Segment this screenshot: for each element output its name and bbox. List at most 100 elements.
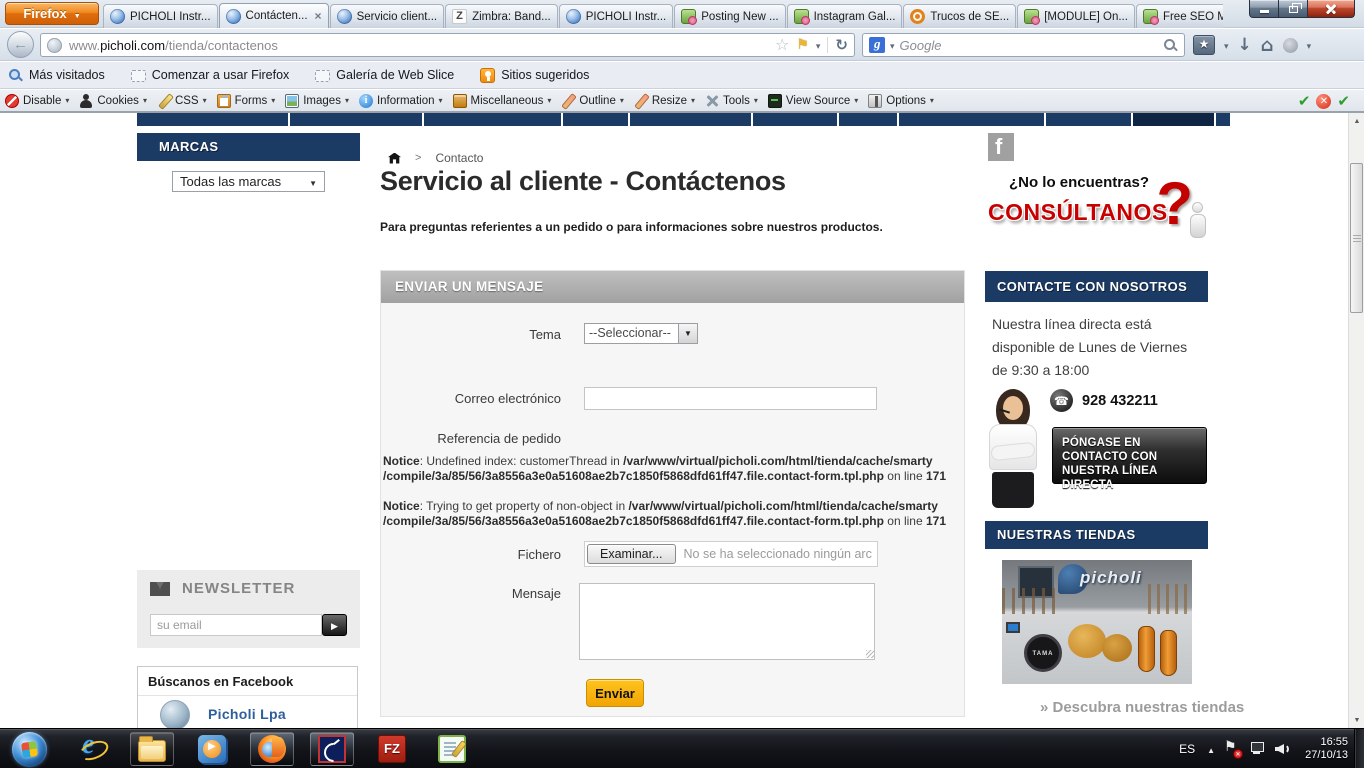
taskbar-internet-explorer[interactable]: [70, 729, 114, 766]
tema-select[interactable]: --Seleccionar--: [584, 323, 698, 344]
brands-select[interactable]: Todas las marcas: [172, 171, 325, 192]
devbar-item-images[interactable]: Images ▾: [285, 93, 349, 108]
devbar-item-miscellaneous[interactable]: Miscellaneous ▾: [452, 93, 551, 108]
bookmarks-menu-button[interactable]: [1193, 35, 1215, 55]
flag-icon[interactable]: [796, 36, 809, 54]
language-indicator[interactable]: ES: [1176, 740, 1198, 758]
newsletter-email-input[interactable]: [150, 614, 322, 636]
stores-photo[interactable]: picholi TAMA: [1002, 560, 1192, 684]
caret-down-icon[interactable]: [890, 36, 895, 54]
bookmark-star-icon[interactable]: [775, 35, 789, 55]
restore-button[interactable]: [1279, 0, 1307, 18]
bookmark-item[interactable]: Comenzar a usar Firefox: [130, 68, 289, 82]
back-button[interactable]: [7, 31, 34, 58]
downloads-icon[interactable]: [1238, 35, 1252, 55]
site-nav-item[interactable]: [290, 113, 422, 126]
scroll-down-button[interactable]: [1349, 712, 1364, 728]
browser-tab[interactable]: Instagram Gal...: [786, 4, 903, 28]
google-icon[interactable]: [869, 36, 885, 53]
taskbar-media-player[interactable]: [190, 732, 234, 766]
devbar-item-forms[interactable]: Forms ▾: [216, 93, 275, 108]
facebook-page-link[interactable]: Picholi Lpa: [208, 706, 286, 722]
file-input[interactable]: Examinar... No se ha seleccionado ningún…: [584, 541, 878, 567]
site-nav-item[interactable]: [424, 113, 561, 126]
browser-tab[interactable]: Zimbra: Band...: [445, 4, 558, 28]
action-center-flag-icon[interactable]: [1224, 738, 1243, 759]
submit-button[interactable]: Enviar: [586, 679, 644, 707]
site-nav-item[interactable]: [1133, 113, 1214, 126]
resize-grip[interactable]: [866, 650, 874, 658]
select-dropdown-button[interactable]: [678, 324, 697, 343]
email-input[interactable]: [584, 387, 877, 410]
discover-stores-link[interactable]: » Descubra nuestras tiendas: [1040, 699, 1244, 716]
close-button[interactable]: [1307, 0, 1355, 18]
firefox-menu-button[interactable]: Firefox: [5, 2, 99, 25]
search-bar[interactable]: [862, 33, 1185, 57]
caret-down-icon[interactable]: [1307, 36, 1312, 54]
show-desktop-button[interactable]: [1354, 729, 1364, 768]
devbar-item-information[interactable]: Information▾: [358, 93, 443, 108]
message-textarea[interactable]: [579, 583, 875, 660]
devbar-item-disable[interactable]: Disable ▾: [5, 93, 69, 108]
devbar-item-cookies[interactable]: Cookies ▾: [79, 93, 147, 108]
devbar-item-css[interactable]: CSS ▾: [157, 94, 207, 108]
facebook-share-icon[interactable]: [988, 133, 1014, 161]
site-nav-item[interactable]: [839, 113, 897, 126]
browser-tab[interactable]: [MODULE] On...: [1017, 4, 1135, 28]
site-nav-item[interactable]: [563, 113, 628, 126]
devbar-item-outline[interactable]: Outline ▾: [561, 94, 623, 108]
url-prefix: www.: [69, 37, 101, 53]
home-breadcrumb-icon[interactable]: [388, 152, 401, 164]
scrollbar[interactable]: [1348, 113, 1364, 728]
tray-expand-icon[interactable]: [1207, 740, 1215, 758]
devbar-item-view-source[interactable]: View Source ▾: [767, 93, 858, 108]
browser-tab[interactable]: Servicio client...: [329, 4, 445, 28]
browser-tab[interactable]: PICHOLI Instr...: [558, 4, 674, 28]
taskbar-filezilla[interactable]: [370, 732, 414, 766]
caret-down-icon[interactable]: [1224, 36, 1229, 54]
taskbar-notepad-plus[interactable]: [430, 732, 474, 766]
site-nav-item[interactable]: [1216, 113, 1230, 126]
tab-close-button[interactable]: ×: [315, 9, 322, 23]
site-nav-item[interactable]: [899, 113, 1044, 126]
site-nav-item[interactable]: [630, 113, 751, 126]
taskbar-firefox[interactable]: [250, 732, 294, 766]
home-icon[interactable]: [1261, 35, 1274, 56]
clock[interactable]: 16:55 27/10/13: [1300, 736, 1348, 762]
site-nav-item[interactable]: [1046, 113, 1131, 126]
browse-button[interactable]: Examinar...: [587, 544, 676, 564]
network-icon[interactable]: [1248, 741, 1265, 757]
browser-tab[interactable]: Trucos de SE...: [903, 4, 1017, 28]
taskbar-windows-explorer[interactable]: [130, 732, 174, 766]
validation-check-icon[interactable]: [1298, 92, 1311, 111]
taskbar-start[interactable]: [4, 731, 54, 767]
site-nav-item[interactable]: [137, 113, 288, 126]
addon-icon[interactable]: [1282, 37, 1298, 53]
caret-down-icon[interactable]: [816, 36, 821, 54]
minimize-button[interactable]: [1249, 0, 1279, 18]
search-input[interactable]: [899, 37, 1158, 53]
site-nav-item[interactable]: [753, 113, 837, 126]
newsletter-submit-button[interactable]: [322, 614, 347, 636]
browser-tab[interactable]: Free SEO Mod...: [1135, 4, 1223, 28]
browser-tab[interactable]: Posting New ...: [674, 4, 786, 28]
volume-icon[interactable]: [1274, 741, 1291, 757]
browser-tab[interactable]: Contácten... ×: [218, 3, 329, 28]
url-bar[interactable]: www.picholi.com/tienda/contactenos: [40, 33, 855, 57]
devbar-item-tools[interactable]: Tools ▾: [705, 94, 758, 108]
browser-tab[interactable]: PICHOLI Instr...: [103, 4, 218, 28]
bookmark-item[interactable]: Galería de Web Slice: [315, 68, 454, 82]
hotline-button[interactable]: PÓNGASE EN CONTACTO CON NUESTRA LÍNEA DI…: [1052, 427, 1207, 491]
reload-icon[interactable]: [835, 36, 848, 55]
consultanos-banner[interactable]: ¿No lo encuentras? CONSÚLTANOS ?: [985, 168, 1209, 248]
scroll-up-button[interactable]: [1349, 113, 1364, 129]
bookmark-item[interactable]: Más visitados: [8, 68, 105, 83]
validation-error-icon[interactable]: [1316, 94, 1332, 109]
validation-check-icon[interactable]: [1337, 92, 1350, 111]
scroll-thumb[interactable]: [1350, 163, 1363, 313]
devbar-item-resize[interactable]: Resize ▾: [634, 94, 695, 108]
devbar-item-options[interactable]: Options ▾: [868, 93, 934, 108]
taskbar-satellite-app[interactable]: [310, 732, 354, 766]
search-magnifier-icon[interactable]: [1163, 38, 1178, 53]
bookmark-item[interactable]: Sitios sugeridos: [480, 67, 589, 83]
